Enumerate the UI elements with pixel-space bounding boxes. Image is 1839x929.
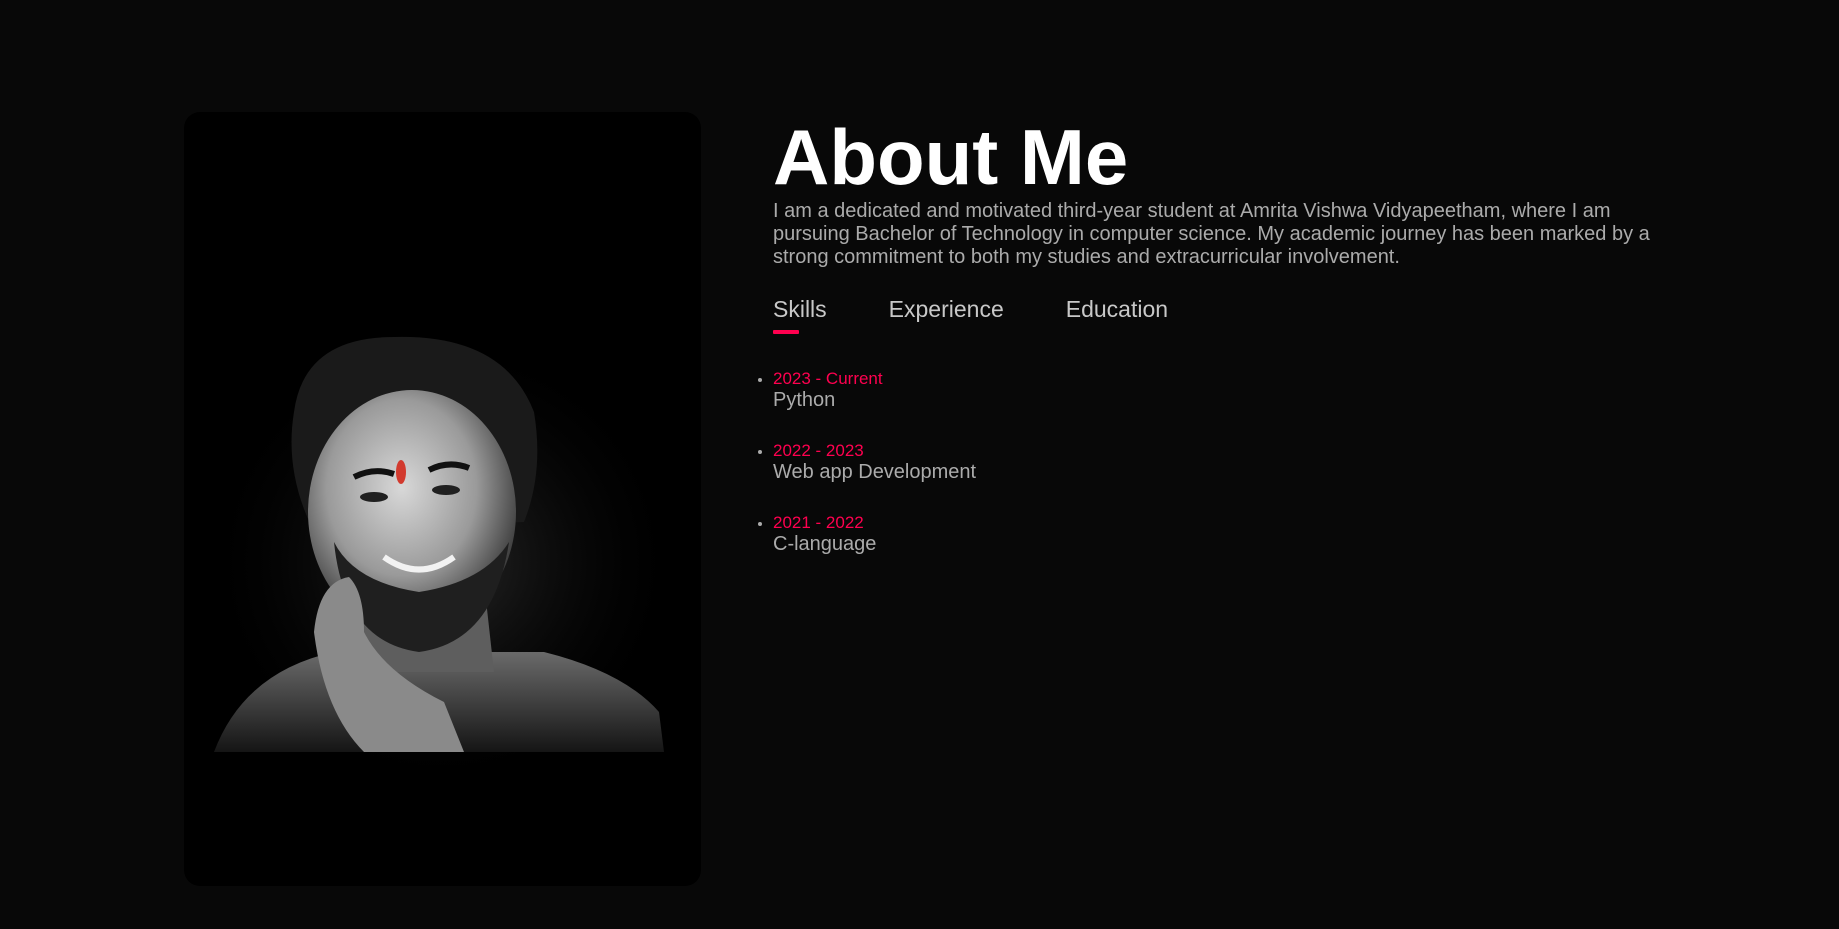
skills-list: 2023 - Current Python 2022 - 2023 Web ap…	[773, 369, 1673, 556]
about-intro: I am a dedicated and motivated third-yea…	[773, 200, 1650, 268]
tab-experience[interactable]: Experience	[889, 295, 1004, 335]
about-section: About Me I am a dedicated and motivated …	[0, 0, 1839, 929]
skill-period: 2022 - 2023	[773, 441, 864, 460]
skill-name: Web app Development	[773, 461, 977, 483]
tab-skills-label: Skills	[773, 296, 827, 322]
active-tab-indicator	[773, 330, 799, 334]
tab-skills[interactable]: Skills	[773, 295, 827, 335]
tab-education[interactable]: Education	[1066, 295, 1168, 335]
skill-name: Python	[773, 389, 836, 411]
skill-period: 2023 - Current	[773, 369, 883, 388]
tab-education-label: Education	[1065, 296, 1169, 322]
skill-period: 2021 - 2022	[773, 513, 864, 532]
profile-photo	[202, 332, 682, 792]
about-content: About Me I am a dedicated and motivated …	[773, 112, 1673, 585]
profile-photo-card	[184, 112, 701, 886]
list-item: 2022 - 2023 Web app Development	[773, 441, 1673, 484]
tab-bar: Skills Experience Education	[773, 295, 1673, 335]
list-item: 2021 - 2022 C-language	[773, 513, 1673, 556]
page-title: About Me	[773, 113, 1129, 201]
tab-experience-label: Experience	[888, 296, 1004, 322]
skill-name: C-language	[773, 533, 877, 555]
list-item: 2023 - Current Python	[773, 369, 1673, 412]
